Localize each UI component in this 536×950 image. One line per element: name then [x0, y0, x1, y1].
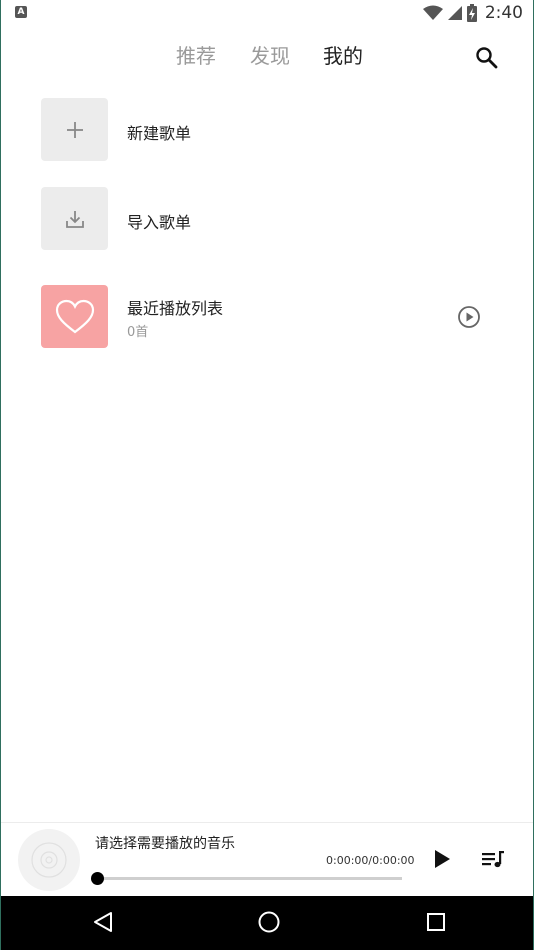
import-playlist-item[interactable]: 导入歌单: [41, 187, 501, 251]
import-playlist-label: 导入歌单: [127, 213, 192, 232]
wifi-icon: [422, 5, 443, 20]
search-icon[interactable]: [473, 44, 501, 72]
heart-icon: [55, 299, 94, 333]
system-nav-bar: [1, 896, 533, 950]
status-icons: 2:40: [422, 2, 523, 24]
mini-player: 请选择需要播放的音乐 0:00:00/0:00:00: [1, 822, 533, 897]
a-icon: A: [15, 6, 27, 18]
new-playlist-item[interactable]: 新建歌单: [41, 98, 501, 162]
top-tab-bar: 推荐 发现 我的: [1, 36, 533, 76]
tab-recommend[interactable]: 推荐: [176, 40, 216, 69]
back-icon[interactable]: [91, 910, 115, 934]
progress-bar[interactable]: [91, 872, 402, 885]
import-playlist-thumb: [41, 187, 108, 250]
recent-playlist-thumb: [41, 285, 108, 348]
playback-time: 0:00:00/0:00:00: [326, 854, 415, 867]
recent-apps-icon[interactable]: [424, 910, 448, 934]
recent-playlist-count: 0首: [127, 325, 149, 340]
disc-icon: [31, 842, 67, 878]
status-time: 2:40: [484, 3, 523, 23]
signal-icon: [447, 6, 462, 20]
tab-mine[interactable]: 我的: [323, 40, 363, 69]
recent-playlist-item[interactable]: 最近播放列表 0首: [41, 285, 501, 349]
app-screen: A 2:40 推荐 发现 我的 新建歌单 导入歌单 最近播放列表 0首 请选择需…: [0, 0, 534, 950]
recent-playlist-label: 最近播放列表: [127, 299, 224, 318]
progress-knob[interactable]: [91, 872, 104, 885]
play-circle-icon[interactable]: [457, 305, 481, 329]
new-playlist-thumb: [41, 98, 108, 161]
now-playing-title: 请选择需要播放的音乐: [95, 836, 235, 852]
tab-discover[interactable]: 发现: [250, 40, 290, 69]
album-disc[interactable]: [18, 829, 80, 891]
status-bar: A 2:40: [1, 0, 533, 26]
download-icon: [65, 210, 84, 228]
play-icon[interactable]: [431, 848, 453, 870]
new-playlist-label: 新建歌单: [127, 124, 192, 143]
plus-icon: [66, 121, 83, 138]
battery-charging-icon: [466, 4, 477, 22]
home-icon[interactable]: [257, 910, 281, 934]
playlist-icon[interactable]: [481, 850, 505, 870]
